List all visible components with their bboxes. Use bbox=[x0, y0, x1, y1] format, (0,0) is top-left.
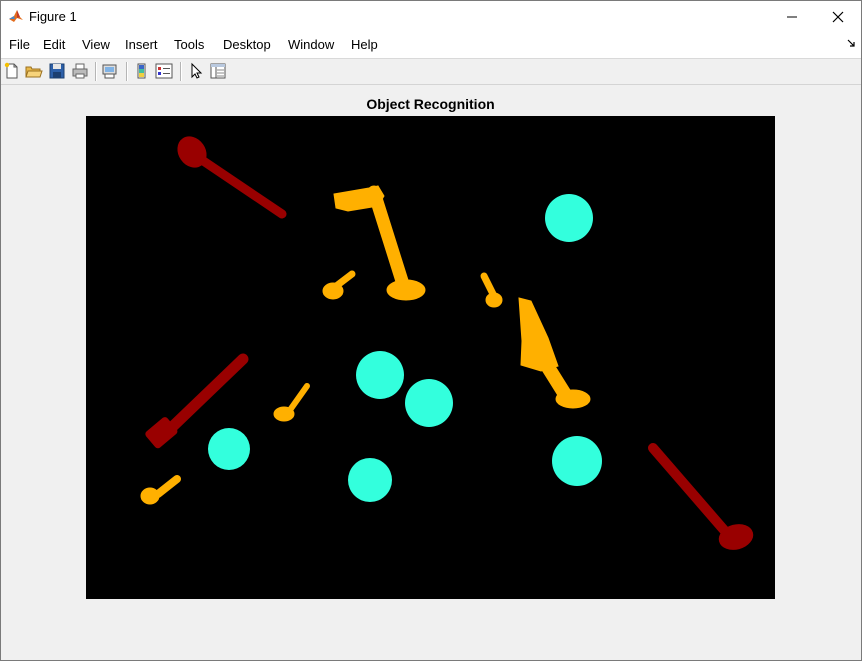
washer bbox=[356, 351, 404, 399]
dock-arrow-icon[interactable] bbox=[847, 39, 857, 49]
toolbar-separator bbox=[126, 62, 128, 81]
menu-tools[interactable]: Tools bbox=[174, 37, 204, 52]
save-icon[interactable] bbox=[48, 62, 66, 80]
washer bbox=[545, 194, 593, 242]
menu-desktop[interactable]: Desktop bbox=[223, 37, 271, 52]
menu-bar: File Edit View Insert Tools Desktop Wind… bbox=[1, 32, 861, 59]
print-icon[interactable] bbox=[71, 62, 89, 80]
washer bbox=[348, 458, 392, 502]
property-inspector-icon[interactable] bbox=[209, 62, 227, 80]
window-title: Figure 1 bbox=[29, 9, 77, 24]
image-background bbox=[86, 116, 775, 599]
close-icon bbox=[832, 11, 844, 23]
figure-window: Figure 1 File Edit View Insert Tools Des… bbox=[0, 0, 862, 661]
axes-title: Object Recognition bbox=[366, 96, 495, 112]
menu-insert[interactable]: Insert bbox=[125, 37, 158, 52]
close-button[interactable] bbox=[815, 1, 861, 32]
pointer-icon[interactable] bbox=[187, 62, 205, 80]
figure-toolbar bbox=[1, 59, 861, 85]
menu-help[interactable]: Help bbox=[351, 37, 378, 52]
washer bbox=[208, 428, 250, 470]
menu-file[interactable]: File bbox=[9, 37, 30, 52]
title-bar: Figure 1 bbox=[1, 1, 861, 32]
object-recognition-image bbox=[86, 116, 775, 599]
washer bbox=[405, 379, 453, 427]
menu-view[interactable]: View bbox=[82, 37, 110, 52]
legend-icon[interactable] bbox=[155, 62, 173, 80]
new-figure-icon[interactable] bbox=[3, 62, 21, 80]
print-preview-icon[interactable] bbox=[101, 62, 119, 80]
colorbar-icon[interactable] bbox=[133, 62, 151, 80]
menu-edit[interactable]: Edit bbox=[43, 37, 65, 52]
menu-window[interactable]: Window bbox=[288, 37, 334, 52]
toolbar-separator bbox=[95, 62, 97, 81]
open-file-icon[interactable] bbox=[25, 62, 43, 80]
matlab-logo-icon bbox=[8, 8, 24, 24]
washer bbox=[552, 436, 602, 486]
restore-area bbox=[771, 1, 817, 32]
toolbar-separator bbox=[180, 62, 182, 81]
